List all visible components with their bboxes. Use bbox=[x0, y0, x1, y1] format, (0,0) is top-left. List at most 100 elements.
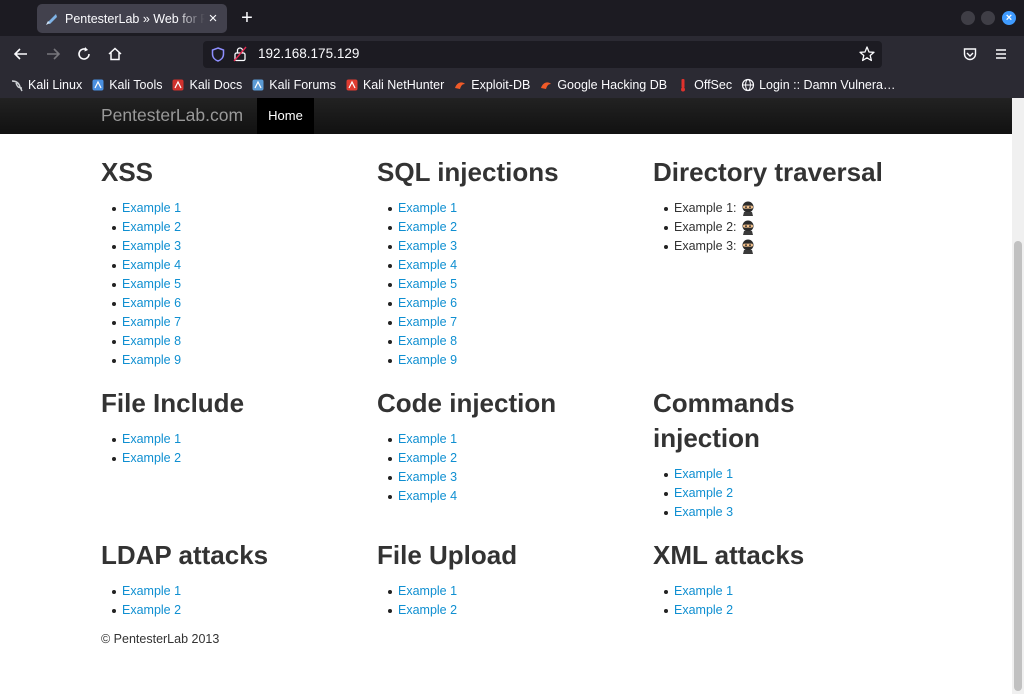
example-link[interactable]: Example 1 bbox=[122, 201, 181, 215]
list-item: Example 2 bbox=[101, 449, 371, 468]
example-link[interactable]: Example 8 bbox=[122, 334, 181, 348]
ghdb-icon bbox=[539, 78, 553, 92]
bookmark-item[interactable]: Kali Tools bbox=[91, 78, 162, 92]
url-text[interactable]: 192.168.175.129 bbox=[258, 46, 359, 61]
list-item: Example 1 bbox=[101, 199, 371, 218]
list-item: Example 6 bbox=[377, 294, 647, 313]
list-item: Example 1: bbox=[653, 199, 923, 218]
example-link[interactable]: Example 3 bbox=[398, 239, 457, 253]
list-item: Example 3 bbox=[101, 237, 371, 256]
bookmark-item[interactable]: Kali Docs bbox=[171, 78, 242, 92]
footer-copyright: © PentesterLab 2013 bbox=[101, 632, 220, 646]
bookmark-item[interactable]: Login :: Damn Vulnera… bbox=[741, 78, 896, 92]
insecure-lock-icon[interactable] bbox=[233, 46, 247, 62]
example-link[interactable]: Example 3 bbox=[122, 239, 181, 253]
example-link[interactable]: Example 3 bbox=[398, 470, 457, 484]
address-bar[interactable]: 192.168.175.129 bbox=[203, 41, 882, 68]
tab-title: PentesterLab » Web for Pentester bbox=[65, 11, 205, 26]
pentesterlab-favicon-icon bbox=[46, 13, 57, 25]
forward-button[interactable] bbox=[41, 42, 65, 66]
example-list: Example 1 Example 2 Example 3 Example 4 Exam… bbox=[101, 199, 371, 370]
example-link[interactable]: Example 2 bbox=[398, 603, 457, 617]
example-link[interactable]: Example 7 bbox=[122, 315, 181, 329]
example-link[interactable]: Example 2 bbox=[122, 451, 181, 465]
menu-button[interactable] bbox=[989, 42, 1013, 66]
list-item: Example 3 bbox=[377, 468, 647, 487]
maximize-button[interactable] bbox=[981, 11, 995, 25]
kali-docs-icon bbox=[171, 78, 185, 92]
section-title: Code injection bbox=[377, 388, 557, 418]
home-button[interactable] bbox=[103, 42, 127, 66]
example-link[interactable]: Example 9 bbox=[122, 353, 181, 367]
example-link[interactable]: Example 4 bbox=[122, 258, 181, 272]
close-tab-icon[interactable]: × bbox=[205, 10, 221, 27]
nav-home-link[interactable]: Home bbox=[257, 98, 314, 134]
example-link[interactable]: Example 9 bbox=[398, 353, 457, 367]
list-item: Example 1 bbox=[101, 582, 371, 601]
list-item: Example 1 bbox=[653, 465, 923, 484]
minimize-button[interactable] bbox=[961, 11, 975, 25]
example-link[interactable]: Example 1 bbox=[674, 467, 733, 481]
example-list: Example 1 Example 2 Example 3 Example 4 Exam… bbox=[377, 199, 647, 370]
example-link[interactable]: Example 4 bbox=[398, 258, 457, 272]
example-link[interactable]: Example 3 bbox=[674, 505, 733, 519]
tracking-protection-shield-icon[interactable] bbox=[211, 47, 225, 62]
section-commands-injection: Commands injection Example 1 Example 2 Exam… bbox=[653, 386, 923, 522]
example-link[interactable]: Example 1 bbox=[674, 584, 733, 598]
example-link[interactable]: Example 1 bbox=[122, 584, 181, 598]
bookmark-star-icon[interactable] bbox=[858, 45, 876, 63]
bookmark-item[interactable]: Exploit-DB bbox=[453, 78, 530, 92]
bookmark-item[interactable]: Google Hacking DB bbox=[539, 78, 667, 92]
example-link[interactable]: Example 5 bbox=[122, 277, 181, 291]
example-list: Example 1 Example 2 Example 3 Example 4 bbox=[377, 430, 647, 506]
example-link[interactable]: Example 1 bbox=[398, 432, 457, 446]
scrollbar-thumb[interactable] bbox=[1014, 241, 1022, 691]
example-link[interactable]: Example 2 bbox=[122, 603, 181, 617]
example-link[interactable]: Example 6 bbox=[122, 296, 181, 310]
example-label: Example 2: bbox=[674, 220, 737, 234]
arrow-right-icon bbox=[47, 48, 61, 60]
section-title: Commands injection bbox=[653, 388, 795, 453]
window-close-button[interactable]: × bbox=[1002, 11, 1016, 25]
page-scrollbar[interactable] bbox=[1012, 98, 1024, 694]
example-link[interactable]: Example 8 bbox=[398, 334, 457, 348]
list-item: Example 4 bbox=[377, 487, 647, 506]
section-title: LDAP attacks bbox=[101, 540, 269, 570]
example-link[interactable]: Example 5 bbox=[398, 277, 457, 291]
list-item: Example 3: bbox=[653, 237, 923, 256]
bookmark-item[interactable]: Kali Linux bbox=[10, 78, 82, 92]
bookmark-label: Kali Docs bbox=[189, 78, 243, 92]
pocket-button[interactable] bbox=[958, 42, 982, 66]
example-label: Example 3: bbox=[674, 239, 737, 253]
arrow-left-icon bbox=[13, 48, 27, 60]
new-tab-button[interactable]: + bbox=[236, 6, 258, 30]
browser-tab-active[interactable]: PentesterLab » Web for Pentester × bbox=[37, 4, 227, 33]
section-directory-traversal: Directory traversal Example 1: Example 2: E… bbox=[653, 155, 923, 256]
list-item: Example 2 bbox=[101, 218, 371, 237]
example-link[interactable]: Example 7 bbox=[398, 315, 457, 329]
section-title: XML attacks bbox=[653, 540, 805, 570]
example-link[interactable]: Example 2 bbox=[674, 603, 733, 617]
example-link[interactable]: Example 4 bbox=[398, 489, 457, 503]
bookmark-item[interactable]: Kali Forums bbox=[251, 78, 336, 92]
ninja-emoji-icon bbox=[742, 201, 754, 217]
example-link[interactable]: Example 6 bbox=[398, 296, 457, 310]
site-navbar: PentesterLab.com Home bbox=[0, 98, 1012, 134]
example-link[interactable]: Example 1 bbox=[122, 432, 181, 446]
section-xss: XSS Example 1 Example 2 Example 3 Example 4E… bbox=[101, 155, 371, 370]
list-item: Example 1 bbox=[653, 582, 923, 601]
site-brand[interactable]: PentesterLab.com bbox=[101, 105, 243, 126]
back-button[interactable] bbox=[9, 42, 33, 66]
bookmark-item[interactable]: OffSec bbox=[676, 78, 732, 92]
example-link[interactable]: Example 1 bbox=[398, 201, 457, 215]
example-link[interactable]: Example 2 bbox=[674, 486, 733, 500]
bookmark-item[interactable]: Kali NetHunter bbox=[345, 78, 444, 92]
example-link[interactable]: Example 2 bbox=[398, 451, 457, 465]
list-item: Example 8 bbox=[101, 332, 371, 351]
example-link[interactable]: Example 2 bbox=[398, 220, 457, 234]
example-link[interactable]: Example 1 bbox=[398, 584, 457, 598]
list-item: Example 1 bbox=[377, 199, 647, 218]
example-link[interactable]: Example 2 bbox=[122, 220, 181, 234]
example-label: Example 1: bbox=[674, 201, 737, 215]
reload-button[interactable] bbox=[72, 42, 96, 66]
